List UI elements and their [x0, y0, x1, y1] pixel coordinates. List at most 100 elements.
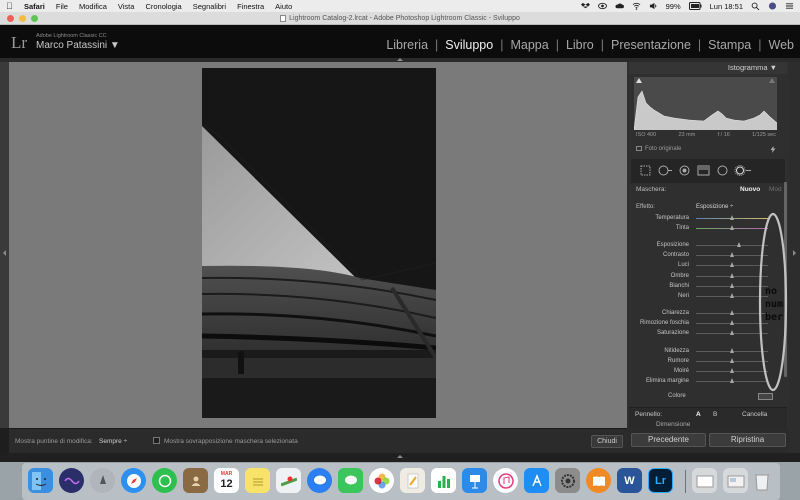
- menu-window[interactable]: Finestra: [237, 2, 264, 11]
- documents-stack-icon[interactable]: [723, 468, 748, 493]
- word-icon[interactable]: W: [617, 468, 642, 493]
- battery-icon[interactable]: [688, 2, 702, 10]
- clock[interactable]: Lun 18:51: [710, 2, 743, 11]
- siri-icon[interactable]: [768, 2, 777, 10]
- module-map[interactable]: Mappa: [510, 38, 548, 52]
- menu-view[interactable]: Vista: [118, 2, 135, 11]
- whatsapp-icon[interactable]: [152, 468, 177, 493]
- filmstrip-toggle-icon[interactable]: [397, 455, 403, 458]
- brush-a-button[interactable]: A: [696, 411, 701, 418]
- siri-dock-icon[interactable]: [59, 468, 84, 493]
- menu-edit[interactable]: Modifica: [79, 2, 107, 11]
- module-separator: |: [555, 38, 559, 52]
- menu-history[interactable]: Cronologia: [145, 2, 181, 11]
- module-picker: Libreria | Sviluppo | Mappa | Libro | Pr…: [386, 38, 794, 52]
- filmstrip-edge[interactable]: [0, 453, 800, 462]
- close-tool-button[interactable]: Chiudi: [591, 435, 623, 448]
- photo[interactable]: [202, 68, 436, 418]
- screen:  Safari File Modifica Vista Cronologia …: [0, 0, 800, 500]
- window-minimize-button[interactable]: [19, 15, 26, 22]
- top-panel-toggle-icon[interactable]: [397, 58, 403, 61]
- right-panel-toggle-icon[interactable]: [793, 250, 796, 256]
- brush-erase-button[interactable]: Cancella: [742, 411, 767, 418]
- menubar-status-area: 99% Lun 18:51: [580, 1, 794, 11]
- previous-button[interactable]: Precedente: [631, 433, 706, 447]
- module-web[interactable]: Web: [769, 38, 794, 52]
- photos-icon[interactable]: [369, 468, 394, 493]
- keynote-icon[interactable]: [462, 468, 487, 493]
- pages-icon[interactable]: [400, 468, 425, 493]
- books-icon[interactable]: [586, 468, 611, 493]
- menu-file[interactable]: File: [56, 2, 68, 11]
- module-print[interactable]: Stampa: [708, 38, 751, 52]
- menu-app-name[interactable]: Safari: [24, 2, 45, 11]
- wifi-icon[interactable]: [632, 2, 641, 10]
- battery-percent: 99%: [665, 1, 681, 11]
- lightroom-icon[interactable]: Lr: [648, 468, 673, 493]
- window-close-button[interactable]: [7, 15, 14, 22]
- window-zoom-button[interactable]: [31, 15, 38, 22]
- facetime-icon[interactable]: [338, 468, 363, 493]
- contacts-icon[interactable]: [183, 468, 208, 493]
- cloud-icon[interactable]: [615, 2, 624, 10]
- dock-shelf: MAR 12 W Lr: [22, 463, 780, 500]
- mask-overlay-checkbox[interactable]: [153, 437, 160, 444]
- window-titlebar: Lightroom Catalog-2.lrcat - Adobe Photos…: [0, 12, 800, 25]
- show-pins-select[interactable]: Sempre ÷: [99, 438, 127, 445]
- module-develop[interactable]: Sviluppo: [445, 38, 493, 52]
- macos-menubar:  Safari File Modifica Vista Cronologia …: [0, 0, 800, 12]
- right-panel-edge[interactable]: [789, 62, 800, 456]
- lr-user-menu[interactable]: Marco Patassini ▼: [36, 40, 120, 51]
- reset-button[interactable]: Ripristina: [709, 433, 786, 447]
- notification-center-icon[interactable]: [785, 2, 794, 10]
- trash-icon[interactable]: [749, 468, 774, 493]
- safari-icon[interactable]: [121, 468, 146, 493]
- calendar-day: 12: [220, 478, 233, 490]
- dropbox-icon[interactable]: [580, 2, 590, 10]
- system-preferences-icon[interactable]: [555, 468, 580, 493]
- downloads-stack-icon[interactable]: [692, 468, 717, 493]
- brush-label: Pennello:: [635, 411, 663, 418]
- menu-help[interactable]: Aiuto: [275, 2, 292, 11]
- notes-icon[interactable]: [245, 468, 270, 493]
- apple-menu-icon[interactable]: : [6, 1, 14, 11]
- menu-bookmarks[interactable]: Segnalibri: [193, 2, 226, 11]
- lightroom-letter: Lr: [655, 474, 666, 487]
- app-store-icon[interactable]: [524, 468, 549, 493]
- module-separator: |: [697, 38, 702, 52]
- word-letter: W: [624, 474, 635, 487]
- macos-dock: MAR 12 W Lr: [0, 462, 800, 500]
- document-icon: [280, 14, 287, 22]
- panel-buttons: Precedente Ripristina: [627, 428, 789, 453]
- module-separator: |: [435, 38, 439, 52]
- calendar-icon[interactable]: MAR 12: [214, 468, 239, 493]
- itunes-icon[interactable]: [493, 468, 518, 493]
- annotation-oval: [758, 212, 788, 392]
- volume-icon[interactable]: [649, 2, 658, 10]
- eye-icon[interactable]: [597, 2, 607, 10]
- brush-section: Pennello: A B Cancella Dimensione: [629, 407, 787, 428]
- messages-blue-icon[interactable]: [307, 468, 332, 493]
- module-book[interactable]: Libro: [566, 38, 594, 52]
- brush-b-button[interactable]: B: [713, 411, 717, 418]
- maps-icon[interactable]: [276, 468, 301, 493]
- dock-separator: [685, 470, 686, 493]
- left-panel-edge[interactable]: [0, 62, 9, 428]
- finder-icon[interactable]: [28, 468, 53, 493]
- search-icon[interactable]: [751, 2, 760, 10]
- develop-toolbar: Mostra puntine di modifica: Sempre ÷ Mos…: [9, 428, 627, 453]
- left-panel-toggle-icon[interactable]: [3, 250, 6, 256]
- module-slideshow[interactable]: Presentazione: [611, 38, 691, 52]
- image-view[interactable]: [9, 62, 627, 428]
- module-library[interactable]: Libreria: [386, 38, 428, 52]
- window-title: Lightroom Catalog-2.lrcat - Adobe Photos…: [289, 14, 520, 22]
- module-separator: |: [500, 38, 504, 52]
- mask-overlay-label: Mostra sovrapposizione maschera selezion…: [164, 438, 298, 445]
- module-separator: |: [758, 38, 762, 52]
- lr-app-name: Adobe Lightroom Classic CC: [36, 33, 107, 39]
- launchpad-icon[interactable]: [90, 468, 115, 493]
- brush-size-label: Dimensione: [656, 421, 691, 428]
- lr-header: Lr Adobe Lightroom Classic CC Marco Pata…: [0, 25, 800, 58]
- module-separator: |: [600, 38, 604, 52]
- numbers-icon[interactable]: [431, 468, 456, 493]
